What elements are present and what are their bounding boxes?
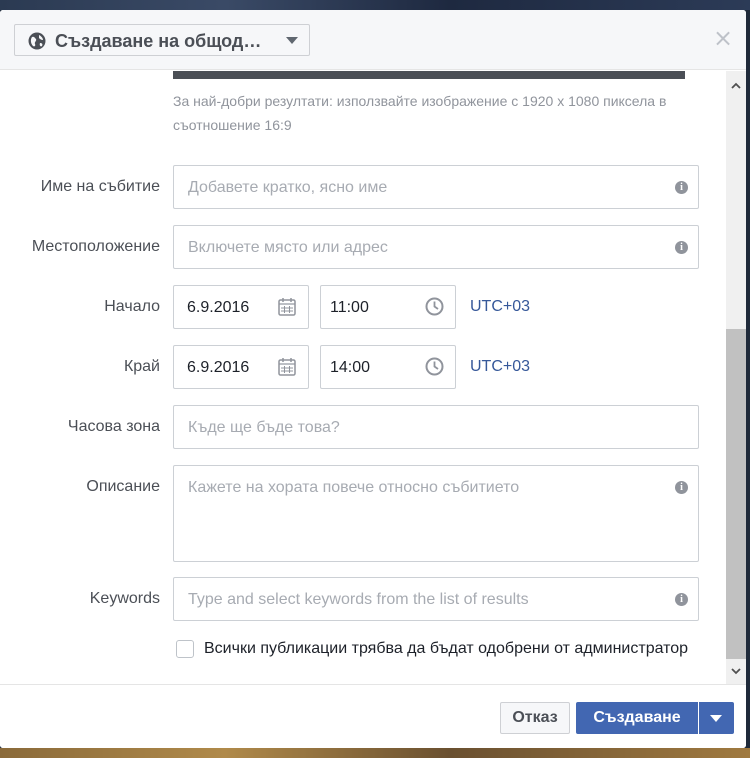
- keywords-label: Keywords: [89, 590, 160, 607]
- audience-label: Създаване на общод…: [55, 31, 262, 51]
- scroll-down-icon[interactable]: [731, 666, 741, 676]
- event-name-input[interactable]: Добавете кратко, ясно име i: [173, 165, 699, 209]
- scroll-up-icon[interactable]: [731, 81, 741, 91]
- info-icon: i: [675, 181, 688, 194]
- description-label: Описание: [86, 478, 160, 495]
- globe-icon: [28, 32, 46, 50]
- start-date-value: 6.9.2016: [187, 299, 250, 316]
- dialog-header: Създаване на общод… ×: [0, 10, 746, 70]
- image-size-hint: За най-добри резултати: използвайте изоб…: [173, 93, 667, 133]
- create-button[interactable]: Създаване: [576, 702, 698, 734]
- dialog-scrollbar[interactable]: [726, 71, 746, 694]
- location-label: Местоположение: [31, 238, 160, 255]
- admin-approval-label: Всички публикации трябва да бъдат одобре…: [204, 640, 689, 657]
- info-icon: i: [675, 241, 688, 254]
- background-photo-bottom: [0, 748, 750, 758]
- scroll-thumb[interactable]: [726, 329, 746, 659]
- create-event-dialog: Създаване на общод… × За най-добри резул…: [0, 10, 746, 748]
- event-name-placeholder: Добавете кратко, ясно име: [188, 179, 388, 196]
- create-options-button[interactable]: [699, 702, 734, 734]
- time-zone-placeholder: Къде ще бъде това?: [188, 419, 340, 436]
- dialog-footer: Отказ Създаване: [0, 684, 746, 748]
- audience-selector-button[interactable]: Създаване на общод…: [14, 24, 310, 56]
- dialog-body: За най-добри резултати: използвайте изоб…: [0, 71, 746, 684]
- end-time-value: 14:00: [330, 359, 371, 376]
- clock-icon[interactable]: [425, 297, 444, 316]
- cover-image-preview: [173, 71, 685, 79]
- end-date-input[interactable]: 6.9.2016: [173, 345, 309, 389]
- start-timezone-link[interactable]: UTC+03: [470, 298, 530, 316]
- start-date-input[interactable]: 6.9.2016: [173, 285, 309, 329]
- end-timezone-link[interactable]: UTC+03: [470, 358, 530, 376]
- start-time-input[interactable]: 11:00: [320, 285, 456, 329]
- chevron-down-icon: [710, 715, 722, 722]
- location-input[interactable]: Включете място или адрес i: [173, 225, 699, 269]
- end-time-input[interactable]: 14:00: [320, 345, 456, 389]
- keywords-placeholder: Type and select keywords from the list o…: [188, 591, 529, 608]
- keywords-input[interactable]: Type and select keywords from the list o…: [173, 577, 699, 621]
- description-textarea[interactable]: Кажете на хората повече относно събитиет…: [173, 465, 699, 562]
- time-zone-input[interactable]: Къде ще бъде това?: [173, 405, 699, 449]
- start-time-value: 11:00: [330, 299, 369, 316]
- end-label: Край: [123, 358, 160, 375]
- info-icon: i: [675, 481, 688, 494]
- location-placeholder: Включете място или адрес: [188, 239, 388, 256]
- calendar-icon[interactable]: [278, 357, 296, 376]
- calendar-icon[interactable]: [278, 297, 296, 316]
- clock-icon[interactable]: [425, 357, 444, 376]
- close-icon[interactable]: ×: [713, 26, 733, 50]
- start-label: Начало: [104, 298, 160, 315]
- event-name-label: Име на събитие: [40, 178, 160, 195]
- chevron-down-icon: [286, 37, 298, 44]
- description-placeholder: Кажете на хората повече относно събитиет…: [188, 479, 520, 496]
- info-icon: i: [675, 593, 688, 606]
- end-date-value: 6.9.2016: [187, 359, 250, 376]
- background-photo-top: [0, 0, 750, 10]
- cancel-button[interactable]: Отказ: [500, 702, 570, 734]
- time-zone-label: Часова зона: [67, 418, 160, 435]
- admin-approval-checkbox[interactable]: [176, 640, 194, 658]
